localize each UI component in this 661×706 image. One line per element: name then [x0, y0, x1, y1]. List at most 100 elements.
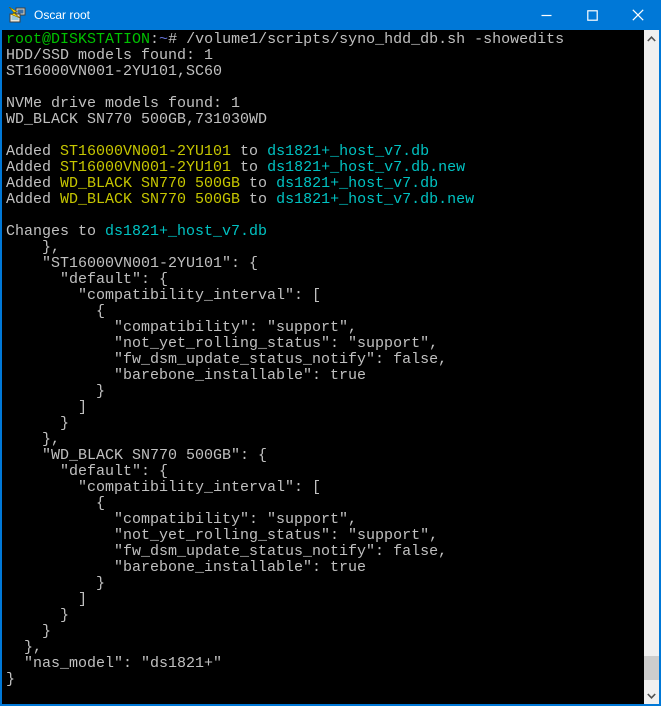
terminal-text-segment: Added: [6, 159, 60, 176]
terminal-text-segment: "compatibility": "support",: [6, 319, 357, 336]
terminal-text-segment: ds1821+_host_v7.db.new: [267, 159, 465, 176]
terminal-text-segment: Added: [6, 143, 60, 160]
terminal-line: ]: [6, 592, 644, 608]
scrollbar[interactable]: [644, 30, 659, 704]
terminal-text-segment: "compatibility_interval": [: [6, 479, 321, 496]
scroll-up-button[interactable]: [644, 30, 659, 47]
terminal-line: WD_BLACK SN770 500GB,731030WD: [6, 112, 644, 128]
terminal-text-segment: HDD/SSD models found: 1: [6, 47, 213, 64]
close-button[interactable]: [615, 0, 661, 30]
chevron-down-icon: [647, 693, 656, 699]
terminal-line: "compatibility": "support",: [6, 320, 644, 336]
scrollbar-thumb[interactable]: [644, 656, 659, 680]
terminal-line: }: [6, 384, 644, 400]
titlebar[interactable]: Oscar root: [0, 0, 661, 30]
terminal-text-segment: },: [6, 639, 42, 656]
terminal-text-segment: ds1821+_host_v7.db: [276, 175, 438, 192]
terminal-line: [6, 80, 644, 96]
terminal-text-segment: "fw_dsm_update_status_notify": false,: [6, 543, 447, 560]
terminal-text-segment: },: [6, 239, 60, 256]
terminal-line: ST16000VN001-2YU101,SC60: [6, 64, 644, 80]
terminal-text-segment: ~: [159, 31, 168, 48]
terminal-text-segment: ST16000VN001-2YU101: [60, 159, 231, 176]
maximize-button[interactable]: [569, 0, 615, 30]
terminal-line: NVMe drive models found: 1: [6, 96, 644, 112]
terminal-text-segment: "default": {: [6, 463, 168, 480]
terminal-text-segment: to: [231, 159, 267, 176]
terminal-line: Added ST16000VN001-2YU101 to ds1821+_hos…: [6, 160, 644, 176]
maximize-icon: [587, 10, 598, 21]
terminal-text-segment: "compatibility_interval": [: [6, 287, 321, 304]
terminal-text-segment: to: [240, 175, 276, 192]
chevron-up-icon: [647, 36, 656, 42]
terminal-text-segment: "ST16000VN001-2YU101": {: [6, 255, 258, 272]
terminal-line: "default": {: [6, 272, 644, 288]
terminal-text-segment: ]: [6, 591, 87, 608]
terminal-text-segment: "barebone_installable": true: [6, 367, 366, 384]
putty-icon[interactable]: [8, 7, 26, 24]
terminal-text-segment: ds1821+_host_v7.db: [105, 223, 267, 240]
terminal-line: "default": {: [6, 464, 644, 480]
terminal-text-segment: "compatibility": "support",: [6, 511, 357, 528]
terminal-text-segment: "nas_model": "ds1821+": [6, 655, 222, 672]
terminal-line: },: [6, 240, 644, 256]
terminal-line: "compatibility": "support",: [6, 512, 644, 528]
terminal-text-segment: }: [6, 575, 105, 592]
terminal-text-segment: # /volume1/scripts/syno_hdd_db.sh -showe…: [168, 31, 564, 48]
terminal-line: "fw_dsm_update_status_notify": false,: [6, 352, 644, 368]
close-icon: [632, 9, 644, 21]
terminal-line: "ST16000VN001-2YU101": {: [6, 256, 644, 272]
terminal-text-segment: WD_BLACK SN770 500GB,731030WD: [6, 111, 267, 128]
terminal-line: {: [6, 496, 644, 512]
terminal-output[interactable]: root@DISKSTATION:~# /volume1/scripts/syn…: [2, 30, 644, 704]
terminal-text-segment: WD_BLACK SN770 500GB: [60, 191, 240, 208]
terminal-text-segment: {: [6, 303, 105, 320]
terminal-line: Changes to ds1821+_host_v7.db: [6, 224, 644, 240]
terminal-line: "barebone_installable": true: [6, 368, 644, 384]
terminal-text-segment: Added: [6, 191, 60, 208]
terminal-text-segment: }: [6, 607, 69, 624]
terminal-line: "compatibility_interval": [: [6, 480, 644, 496]
scroll-down-button[interactable]: [644, 687, 659, 704]
terminal-line: }: [6, 672, 644, 688]
terminal-text-segment: :: [150, 31, 159, 48]
terminal-line: "not_yet_rolling_status": "support",: [6, 336, 644, 352]
terminal-text-segment: root@DISKSTATION: [6, 31, 150, 48]
terminal-line: },: [6, 640, 644, 656]
putty-window: Oscar root root@DISKSTATION:~# /vo: [0, 0, 661, 706]
terminal-text-segment: }: [6, 671, 15, 688]
terminal-text-segment: ds1821+_host_v7.db.new: [276, 191, 474, 208]
terminal-text-segment: "not_yet_rolling_status": "support",: [6, 335, 438, 352]
terminal-line: {: [6, 304, 644, 320]
window-title: Oscar root: [34, 0, 90, 30]
terminal-line: "nas_model": "ds1821+": [6, 656, 644, 672]
terminal-text-segment: ]: [6, 399, 87, 416]
terminal-text-segment: "not_yet_rolling_status": "support",: [6, 527, 438, 544]
terminal-line: }: [6, 624, 644, 640]
terminal-line: }: [6, 608, 644, 624]
terminal-line: "compatibility_interval": [: [6, 288, 644, 304]
terminal-line: Added WD_BLACK SN770 500GB to ds1821+_ho…: [6, 192, 644, 208]
terminal-text-segment: }: [6, 623, 51, 640]
terminal-text-segment: Added: [6, 175, 60, 192]
terminal-text-segment: ds1821+_host_v7.db: [267, 143, 429, 160]
terminal-line: ]: [6, 400, 644, 416]
terminal-text-segment: }: [6, 415, 69, 432]
terminal-text-segment: Changes to: [6, 223, 105, 240]
minimize-button[interactable]: [523, 0, 569, 30]
terminal-line: }: [6, 416, 644, 432]
terminal-line: "WD_BLACK SN770 500GB": {: [6, 448, 644, 464]
terminal-text-segment: WD_BLACK SN770 500GB: [60, 175, 240, 192]
terminal-text-segment: to: [231, 143, 267, 160]
terminal-text-segment: "fw_dsm_update_status_notify": false,: [6, 351, 447, 368]
terminal-text-segment: "default": {: [6, 271, 168, 288]
terminal-line: root@DISKSTATION:~# /volume1/scripts/syn…: [6, 32, 644, 48]
terminal-text-segment: to: [240, 191, 276, 208]
minimize-icon: [541, 10, 552, 21]
terminal-text-segment: {: [6, 495, 105, 512]
terminal-line: },: [6, 432, 644, 448]
terminal-text-segment: NVMe drive models found: 1: [6, 95, 240, 112]
terminal-text-segment: },: [6, 431, 60, 448]
terminal-text-segment: }: [6, 383, 105, 400]
terminal-line: "not_yet_rolling_status": "support",: [6, 528, 644, 544]
